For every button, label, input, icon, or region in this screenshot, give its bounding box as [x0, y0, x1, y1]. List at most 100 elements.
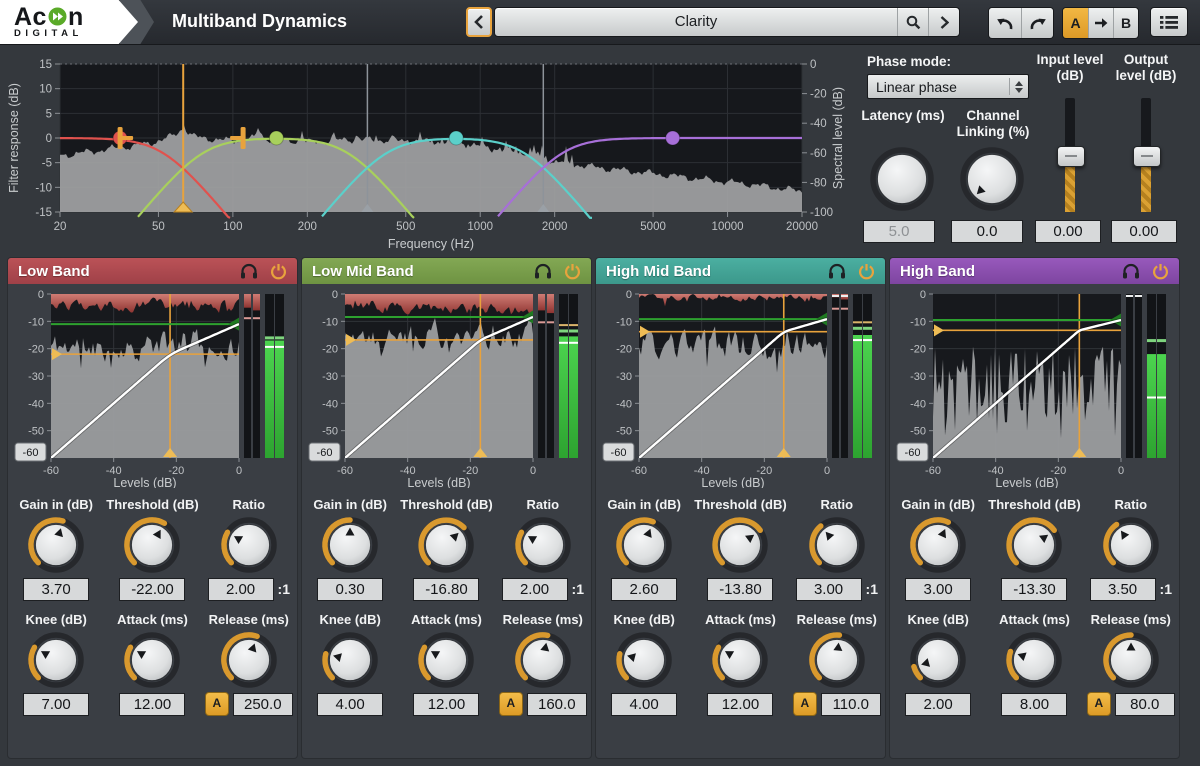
knob-gain-in[interactable]: [25, 514, 87, 576]
auto-release-button[interactable]: A: [793, 692, 817, 716]
output-level-slider[interactable]: [1140, 98, 1152, 212]
preset-previous-button[interactable]: [466, 7, 492, 37]
band-graph[interactable]: 0-10-20-30-40-50-60-60-40-200Levels (dB): [307, 288, 585, 488]
band-gain-handle-high-mid[interactable]: [449, 131, 463, 145]
knob-gain-in[interactable]: [907, 514, 969, 576]
auto-release-button[interactable]: A: [499, 692, 523, 716]
value-knee[interactable]: 7.00: [23, 693, 89, 716]
knob-knee[interactable]: [319, 629, 381, 691]
value-threshold[interactable]: -22.00: [119, 578, 185, 601]
solo-headphone-icon[interactable]: [240, 263, 258, 279]
value-knee[interactable]: 4.00: [317, 693, 383, 716]
band-graph[interactable]: 0-10-20-30-40-50-60-60-40-200Levels (dB): [13, 288, 291, 488]
knob-knee[interactable]: [907, 629, 969, 691]
value-gain-in[interactable]: 3.00: [905, 578, 971, 601]
value-gain-in[interactable]: 2.60: [611, 578, 677, 601]
power-icon[interactable]: [564, 263, 581, 280]
value-attack[interactable]: 8.00: [1001, 693, 1067, 716]
power-icon[interactable]: [858, 263, 875, 280]
value-ratio[interactable]: 2.00: [502, 578, 568, 601]
channel-linking-knob[interactable]: [957, 144, 1027, 219]
knob-knee[interactable]: [613, 629, 675, 691]
value-attack[interactable]: 12.00: [707, 693, 773, 716]
preset-search-button[interactable]: [897, 8, 928, 36]
power-icon[interactable]: [270, 263, 287, 280]
knob-ratio[interactable]: [512, 514, 574, 576]
slider-handle[interactable]: [1057, 146, 1085, 167]
knob-release[interactable]: [218, 629, 280, 691]
latency-value[interactable]: 5.0: [863, 220, 935, 243]
knob-knee[interactable]: [25, 629, 87, 691]
knob-label-threshold: Threshold (dB): [988, 495, 1080, 514]
knob-threshold[interactable]: [415, 514, 477, 576]
knob-threshold[interactable]: [121, 514, 183, 576]
output-level-value[interactable]: 0.00: [1111, 220, 1177, 243]
knob-attack[interactable]: [1003, 629, 1065, 691]
knob-ratio[interactable]: [218, 514, 280, 576]
band-gain-handle-high[interactable]: [666, 131, 680, 145]
knob-gain-in[interactable]: [319, 514, 381, 576]
input-level-slider[interactable]: [1064, 98, 1076, 212]
knob-attack[interactable]: [415, 629, 477, 691]
value-threshold[interactable]: -16.80: [413, 578, 479, 601]
value-release[interactable]: 250.0: [233, 693, 293, 716]
solo-headphone-icon[interactable]: [534, 263, 552, 279]
value-knee[interactable]: 2.00: [905, 693, 971, 716]
value-threshold[interactable]: -13.80: [707, 578, 773, 601]
value-gain-in[interactable]: 3.70: [23, 578, 89, 601]
auto-release-button[interactable]: A: [205, 692, 229, 716]
value-attack[interactable]: 12.00: [119, 693, 185, 716]
menu-button[interactable]: [1150, 7, 1188, 37]
input-level-label: Input level (dB): [1033, 52, 1107, 84]
knob-threshold[interactable]: [709, 514, 771, 576]
preset-field[interactable]: Clarity: [494, 7, 960, 37]
levels-axis-title: Levels (dB): [701, 476, 764, 488]
value-knee[interactable]: 4.00: [611, 693, 677, 716]
auto-release-button[interactable]: A: [1087, 692, 1111, 716]
channel-linking-knob-control[interactable]: [957, 144, 1027, 214]
value-release[interactable]: 110.0: [821, 693, 881, 716]
value-ratio[interactable]: 3.50: [1090, 578, 1156, 601]
knob-release[interactable]: [512, 629, 574, 691]
ab-b-button[interactable]: B: [1113, 8, 1138, 38]
power-icon[interactable]: [1152, 263, 1169, 280]
svg-text:-60: -60: [631, 465, 647, 477]
value-release[interactable]: 160.0: [527, 693, 587, 716]
knob-cell-knee: Knee (dB)4.00: [596, 610, 692, 716]
preset-name[interactable]: Clarity: [495, 8, 897, 36]
knob-release[interactable]: [1100, 629, 1162, 691]
value-release[interactable]: 80.0: [1115, 693, 1175, 716]
svg-text:-60: -60: [23, 447, 39, 459]
solo-headphone-icon[interactable]: [1122, 263, 1140, 279]
knob-attack[interactable]: [709, 629, 771, 691]
ab-copy-button[interactable]: [1088, 8, 1113, 38]
svg-text:-5: -5: [42, 158, 52, 170]
crossover-spectrum-graph[interactable]: 151050-5-10-150-20-40-60-80-100205010020…: [4, 46, 852, 261]
select-spinner-icon[interactable]: [1009, 78, 1028, 94]
channel-linking-value[interactable]: 0.0: [951, 220, 1023, 243]
value-ratio[interactable]: 3.00: [796, 578, 862, 601]
knob-gain-in[interactable]: [613, 514, 675, 576]
preset-next-button[interactable]: [928, 8, 959, 36]
band-gain-handle-low-mid[interactable]: [269, 131, 283, 145]
value-threshold[interactable]: -13.30: [1001, 578, 1067, 601]
latency-knob-control[interactable]: [867, 144, 937, 214]
band-graph[interactable]: 0-10-20-30-40-50-60-60-40-200Levels (dB): [895, 288, 1173, 488]
ab-a-button[interactable]: A: [1063, 8, 1088, 38]
undo-button[interactable]: [989, 8, 1021, 38]
knob-ratio[interactable]: [806, 514, 868, 576]
slider-handle[interactable]: [1133, 146, 1161, 167]
latency-knob[interactable]: [867, 144, 937, 219]
value-ratio[interactable]: 2.00: [208, 578, 274, 601]
phase-mode-select[interactable]: Linear phase: [867, 74, 1029, 99]
value-gain-in[interactable]: 0.30: [317, 578, 383, 601]
knob-release[interactable]: [806, 629, 868, 691]
input-level-value[interactable]: 0.00: [1035, 220, 1101, 243]
value-attack[interactable]: 12.00: [413, 693, 479, 716]
redo-button[interactable]: [1021, 8, 1053, 38]
knob-threshold[interactable]: [1003, 514, 1065, 576]
knob-ratio[interactable]: [1100, 514, 1162, 576]
band-graph[interactable]: 0-10-20-30-40-50-60-60-40-200Levels (dB): [601, 288, 879, 488]
solo-headphone-icon[interactable]: [828, 263, 846, 279]
knob-attack[interactable]: [121, 629, 183, 691]
